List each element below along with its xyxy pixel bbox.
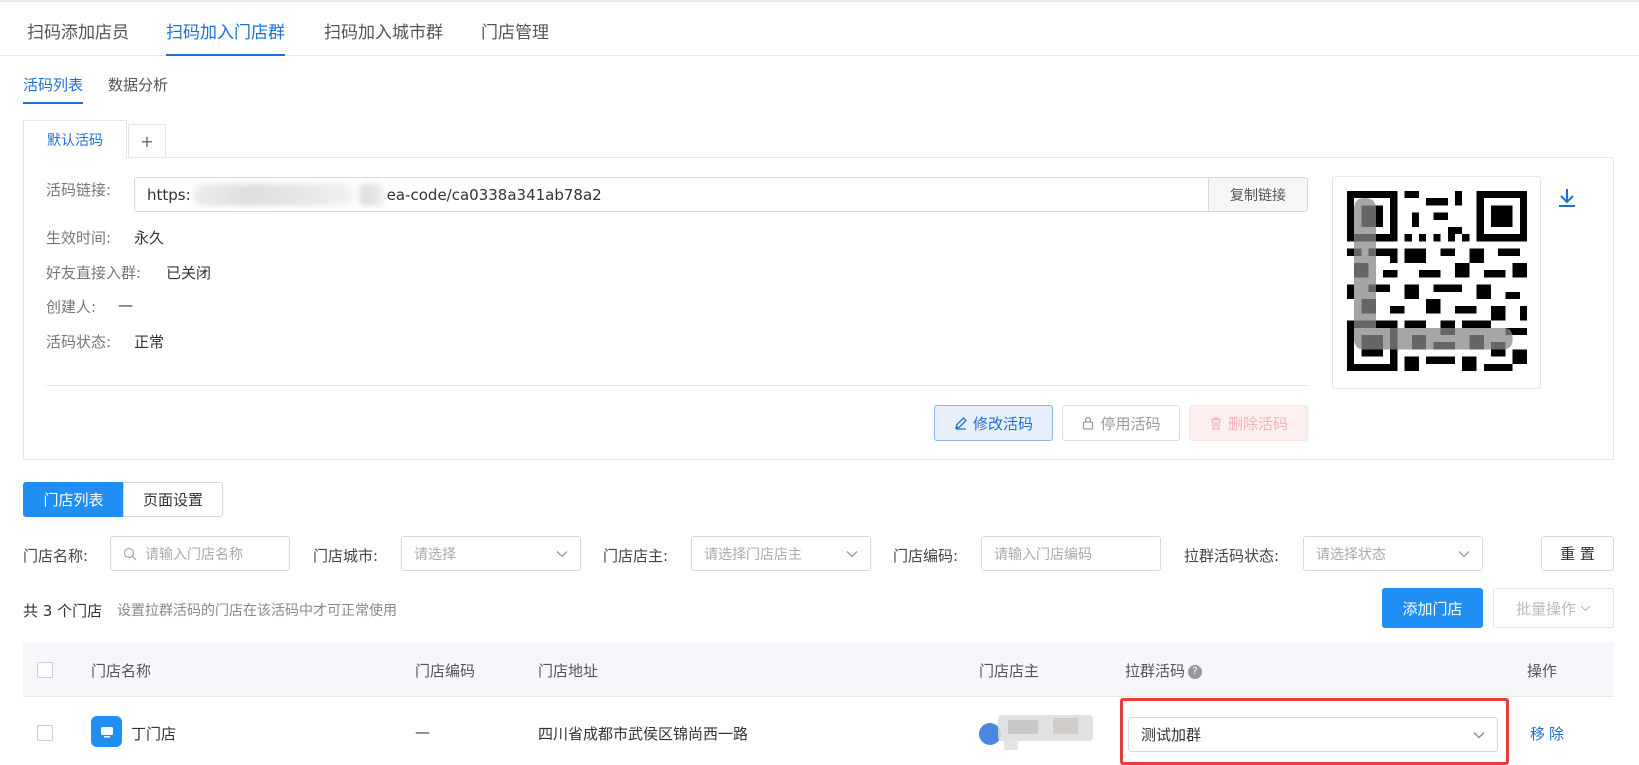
tab-code-list[interactable]: 活码列表	[23, 74, 84, 104]
effective-time-value: 永久	[134, 229, 165, 247]
chevron-down-icon	[846, 550, 858, 557]
column-store-owner: 门店店主	[979, 662, 1040, 680]
row-store-code: —	[415, 723, 430, 741]
delete-code-button[interactable]: 删除活码	[1189, 405, 1308, 441]
tab-default-code[interactable]: 默认活码	[23, 120, 127, 159]
tab-scan-join-city-group[interactable]: 扫码加入城市群	[324, 18, 443, 56]
link-suffix: ea-code/ca0338a341ab78a2	[386, 185, 602, 204]
column-store-address: 门店地址	[538, 662, 599, 680]
store-city-filter-label: 门店城市:	[313, 547, 379, 565]
creator-value: —	[118, 296, 133, 314]
edit-code-button[interactable]: 修改活码	[934, 405, 1053, 441]
edit-icon	[955, 417, 967, 430]
column-store-name: 门店名称	[91, 662, 152, 680]
direct-join-label: 好友直接入群:	[46, 264, 142, 282]
copy-link-button[interactable]: 复制链接	[1208, 177, 1308, 212]
creator-label: 创建人:	[46, 298, 97, 316]
group-code-select[interactable]: 测试加群	[1128, 717, 1498, 752]
table-header	[23, 642, 1614, 697]
qr-code-image	[1347, 191, 1527, 371]
batch-actions-label: 批量操作	[1515, 599, 1576, 618]
chevron-down-icon	[1473, 731, 1485, 738]
store-owner-placeholder: 请选择门店店主	[704, 546, 802, 563]
trash-icon	[1210, 417, 1221, 430]
tab-page-settings[interactable]: 页面设置	[123, 482, 223, 517]
tab-store-list[interactable]: 门店列表	[23, 482, 124, 517]
store-code-filter-label: 门店编码:	[893, 547, 959, 565]
chevron-down-icon	[556, 550, 568, 557]
top-tab-bar: 扫码添加店员 扫码加入门店群 扫码加入城市群 门店管理	[0, 0, 1639, 56]
disable-code-button[interactable]: 停用活码	[1062, 405, 1180, 441]
detail-divider	[45, 385, 1309, 386]
column-actions: 操作	[1527, 662, 1558, 680]
store-icon	[91, 716, 122, 747]
lock-icon	[1083, 416, 1094, 430]
row-store-name: 丁门店	[131, 725, 177, 743]
column-group-code-label: 拉群活码	[1125, 662, 1186, 680]
redacted-domain	[192, 183, 353, 206]
download-icon[interactable]	[1556, 186, 1578, 210]
store-count: 共 3 个门店	[23, 602, 103, 620]
edit-code-label: 修改活码	[972, 414, 1033, 433]
effective-time-label: 生效时间:	[46, 229, 112, 247]
column-group-code: 拉群活码?	[1125, 660, 1203, 681]
store-name-placeholder: 请输入门店名称	[145, 546, 243, 563]
tab-store-management[interactable]: 门店管理	[481, 18, 549, 56]
code-link-field[interactable]: https: ea-code/ca0338a341ab78a2	[134, 177, 1209, 212]
group-code-selected: 测试加群	[1141, 726, 1202, 744]
add-code-tab-button[interactable]: +	[128, 124, 166, 158]
remove-store-link[interactable]: 移除	[1530, 723, 1568, 744]
select-all-checkbox[interactable]	[37, 662, 53, 678]
code-status-label: 活码状态:	[46, 333, 112, 351]
row-store-address: 四川省成都市武侯区锦尚西一路	[538, 725, 749, 743]
redacted-path	[356, 183, 385, 206]
batch-actions-button[interactable]: 批量操作	[1493, 588, 1614, 628]
disable-code-label: 停用活码	[1100, 414, 1161, 433]
chevron-down-icon	[1580, 605, 1591, 611]
chevron-down-icon	[1458, 550, 1470, 557]
direct-join-value: 已关闭	[166, 264, 212, 282]
store-owner-filter-label: 门店店主:	[603, 547, 669, 565]
store-owner-select[interactable]: 请选择门店店主	[691, 536, 871, 571]
store-code-placeholder: 请输入门店编码	[994, 546, 1092, 563]
store-name-input[interactable]: 请输入门店名称	[110, 536, 290, 571]
column-store-code: 门店编码	[415, 662, 476, 680]
owner-avatar	[979, 715, 1093, 750]
storefront-icon	[100, 726, 113, 738]
store-city-placeholder: 请选择	[414, 546, 456, 563]
code-status-value: 正常	[134, 333, 165, 351]
delete-code-label: 删除活码	[1227, 414, 1288, 433]
group-code-status-filter-label: 拉群活码状态:	[1184, 547, 1280, 565]
tab-scan-join-store-group[interactable]: 扫码加入门店群	[166, 18, 285, 56]
tab-scan-add-staff[interactable]: 扫码添加店员	[27, 18, 129, 56]
qr-code-card	[1332, 176, 1541, 389]
row-checkbox[interactable]	[37, 725, 53, 741]
store-name-filter-label: 门店名称:	[23, 547, 89, 565]
link-prefix: https:	[147, 185, 191, 204]
store-list-hint: 设置拉群活码的门店在该活码中才可正常使用	[117, 603, 397, 619]
group-code-status-select[interactable]: 请选择状态	[1303, 536, 1483, 571]
store-code-input[interactable]: 请输入门店编码	[981, 536, 1161, 571]
help-icon[interactable]: ?	[1188, 664, 1203, 679]
reset-button[interactable]: 重 置	[1541, 536, 1614, 571]
link-label: 活码链接:	[46, 181, 112, 199]
add-store-button[interactable]: 添加门店	[1382, 588, 1483, 628]
tab-data-analysis[interactable]: 数据分析	[108, 74, 168, 104]
store-city-select[interactable]: 请选择	[401, 536, 581, 571]
search-icon	[123, 547, 137, 560]
group-code-status-placeholder: 请选择状态	[1316, 546, 1386, 563]
